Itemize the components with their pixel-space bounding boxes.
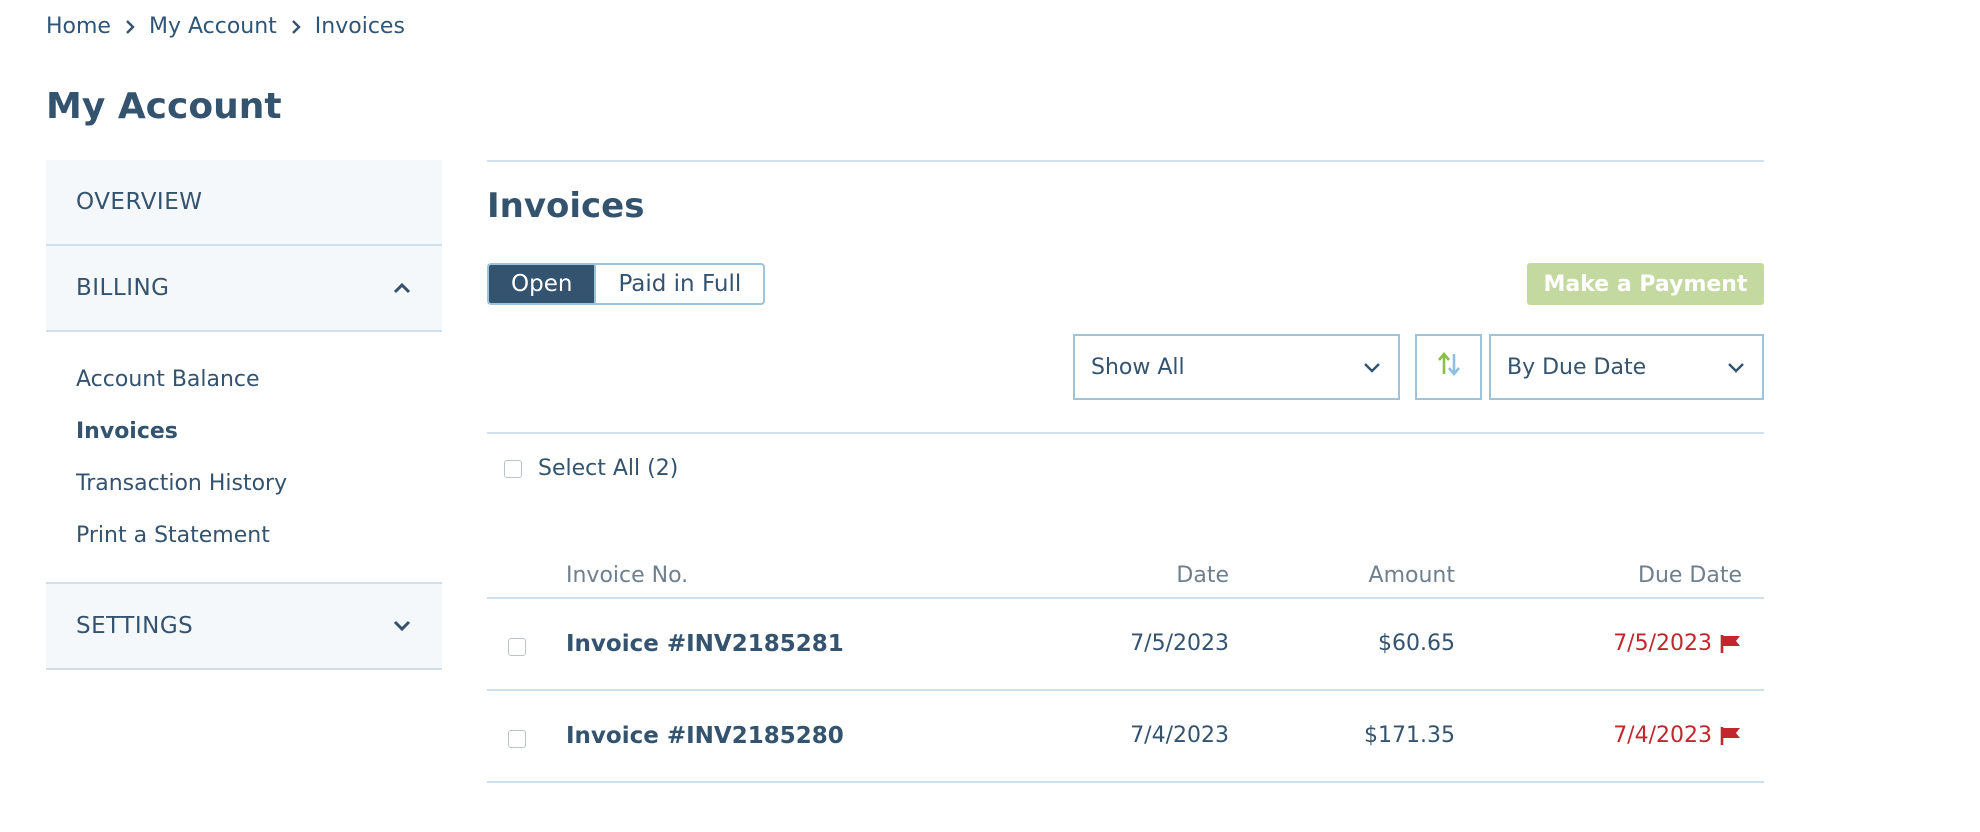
sidebar-item-overview[interactable]: OVERVIEW — [46, 160, 442, 246]
invoices-panel: Invoices Open Paid in Full Make a Paymen… — [487, 160, 1764, 783]
chevron-up-icon — [392, 281, 412, 295]
tab-open[interactable]: Open — [489, 265, 595, 303]
flag-icon — [1720, 726, 1740, 745]
chevron-down-icon — [392, 619, 412, 633]
invoice-status-toggle: Open Paid in Full — [487, 263, 766, 305]
filter-divider — [487, 432, 1764, 434]
table-row: Invoice #INV2185280 7/4/2023 $171.35 7/4… — [487, 693, 1764, 783]
invoice-link[interactable]: Invoice #INV2185280 — [566, 723, 844, 749]
invoice-date: 7/5/2023 — [1130, 631, 1229, 656]
breadcrumb: Home My Account Invoices — [46, 14, 405, 39]
filter-select-value: Show All — [1091, 354, 1185, 380]
sidebar-item-billing[interactable]: BILLING — [46, 246, 442, 332]
sort-select-value: By Due Date — [1507, 354, 1647, 380]
row-checkbox[interactable] — [508, 638, 526, 656]
breadcrumb-home[interactable]: Home — [46, 14, 111, 39]
tab-paid-in-full[interactable]: Paid in Full — [594, 265, 763, 303]
make-payment-button[interactable]: Make a Payment — [1527, 263, 1764, 305]
invoice-date: 7/4/2023 — [1130, 723, 1229, 748]
breadcrumb-invoices[interactable]: Invoices — [315, 14, 405, 39]
sidebar-item-label: OVERVIEW — [76, 189, 203, 215]
sidebar-item-transaction-history[interactable]: Transaction History — [76, 458, 412, 510]
table-header: Invoice No. Date Amount Due Date — [487, 553, 1764, 599]
sort-direction-button[interactable] — [1415, 334, 1482, 400]
chevron-down-icon — [1362, 355, 1382, 380]
invoice-due-date: 7/4/2023 — [1613, 723, 1742, 748]
section-title: Invoices — [487, 186, 645, 226]
top-divider — [487, 160, 1764, 162]
chevron-down-icon — [1726, 355, 1746, 380]
sidebar-item-print-statement[interactable]: Print a Statement — [76, 510, 412, 562]
column-header-amount: Amount — [1368, 563, 1455, 588]
sidebar-item-settings[interactable]: SETTINGS — [46, 584, 442, 670]
sidebar-item-label: BILLING — [76, 275, 170, 301]
page-title: My Account — [46, 86, 282, 127]
select-all-label: Select All (2) — [538, 456, 679, 481]
invoice-due-date: 7/5/2023 — [1613, 631, 1742, 656]
sidebar-item-account-balance[interactable]: Account Balance — [76, 354, 412, 406]
flag-icon — [1720, 634, 1740, 653]
invoice-amount: $60.65 — [1378, 631, 1455, 656]
column-header-due-date: Due Date — [1638, 563, 1742, 588]
billing-submenu: Account Balance Invoices Transaction His… — [46, 332, 442, 584]
filter-select[interactable]: Show All — [1073, 334, 1400, 400]
chevron-right-icon — [125, 19, 135, 34]
select-all-checkbox[interactable] — [504, 459, 522, 478]
invoice-link[interactable]: Invoice #INV2185281 — [566, 631, 844, 657]
sidebar-item-invoices[interactable]: Invoices — [76, 406, 412, 458]
sidebar-item-label: SETTINGS — [76, 613, 194, 639]
table-row: Invoice #INV2185281 7/5/2023 $60.65 7/5/… — [487, 601, 1764, 691]
due-date-value: 7/5/2023 — [1613, 631, 1712, 656]
sort-icon — [1435, 351, 1463, 383]
chevron-right-icon — [291, 19, 301, 34]
breadcrumb-my-account[interactable]: My Account — [149, 14, 277, 39]
select-all[interactable]: Select All (2) — [504, 456, 678, 481]
column-header-invoice: Invoice No. — [566, 563, 689, 588]
due-date-value: 7/4/2023 — [1613, 723, 1712, 748]
invoice-amount: $171.35 — [1364, 723, 1455, 748]
sidebar: OVERVIEW BILLING Account Balance Invoice… — [46, 160, 442, 670]
row-checkbox[interactable] — [508, 730, 526, 748]
sort-select[interactable]: By Due Date — [1489, 334, 1764, 400]
column-header-date: Date — [1176, 563, 1229, 588]
